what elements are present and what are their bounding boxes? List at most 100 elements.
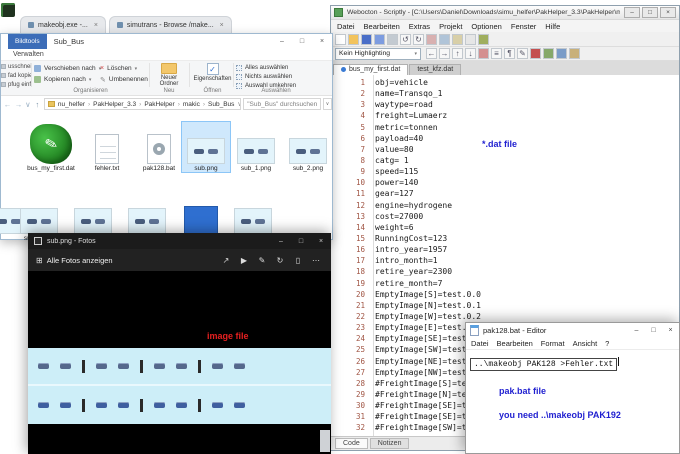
photos-maximize-button[interactable]: □ — [291, 233, 311, 249]
explorer-minimize-button[interactable]: – — [272, 34, 292, 48]
search-dropdown-icon[interactable]: ∨ — [323, 98, 332, 110]
menu-item-datei[interactable]: Datei — [471, 339, 489, 348]
photos-close-button[interactable]: × — [311, 233, 331, 249]
cut-icon[interactable] — [426, 34, 437, 45]
save-all-icon[interactable] — [374, 34, 385, 45]
photos-minimize-button[interactable]: – — [271, 233, 291, 249]
breadcrumb-segment[interactable]: nu_helfer — [58, 101, 85, 108]
copy-to-button[interactable]: Kopieren nach ▾ — [34, 74, 101, 85]
forward-icon[interactable]: → — [439, 48, 450, 59]
menu-item-bearbeiten[interactable]: Bearbeiten — [364, 22, 400, 31]
menu-item-fenster[interactable]: Fenster — [511, 22, 536, 31]
breadcrumb-segment[interactable]: PakHelper_3.3 — [93, 101, 136, 108]
edit-icon[interactable]: ✎ — [517, 48, 528, 59]
delete-icon[interactable]: ▯ — [289, 256, 307, 265]
menu-item-format[interactable]: Format — [541, 339, 565, 348]
select-all-button[interactable]: Alles auswählen — [236, 63, 296, 72]
paragraph-icon[interactable]: ¶ — [504, 48, 515, 59]
file-tile[interactable]: ✎bus_my_first.dat — [27, 122, 75, 172]
open-folder-icon[interactable] — [348, 34, 359, 45]
menu-item-bearbeiten[interactable]: Bearbeiten — [497, 339, 533, 348]
save-icon[interactable] — [361, 34, 372, 45]
scriptly-minimize-button[interactable]: – — [624, 7, 640, 18]
properties-button[interactable]: ✓ Eigenschaften — [192, 62, 233, 82]
status-tab[interactable]: Code — [335, 438, 368, 449]
explorer-maximize-button[interactable]: □ — [292, 34, 312, 48]
notepad-close-button[interactable]: × — [662, 323, 679, 338]
scriptly-close-button[interactable]: × — [660, 7, 676, 18]
file-tile[interactable]: sub.png — [182, 122, 230, 172]
scriptly-maximize-button[interactable]: □ — [642, 7, 658, 18]
more-icon[interactable]: ⋯ — [307, 256, 325, 265]
editor-tab[interactable]: bus_my_first.dat — [333, 64, 408, 75]
clipboard-action[interactable]: fad kopieren — [1, 71, 31, 80]
color-icon[interactable] — [530, 48, 541, 59]
delete-button[interactable]: × Löschen ▾ — [100, 63, 148, 74]
notepad-minimize-button[interactable]: – — [628, 323, 645, 338]
redo-icon[interactable]: ↻ — [413, 34, 424, 45]
rename-button[interactable]: ✎ Umbenennen — [100, 74, 148, 85]
browser-tab[interactable]: makeobj.exe -...× — [20, 16, 106, 33]
contextual-tab-bildtools[interactable]: Bildtools — [8, 34, 47, 49]
status-tab[interactable]: Notizen — [370, 438, 410, 449]
menu-item-extras[interactable]: Extras — [409, 22, 430, 31]
search-icon[interactable] — [465, 34, 476, 45]
new-folder-button[interactable]: Neuer Ordner — [151, 62, 187, 87]
edit-icon[interactable]: ✎ — [253, 256, 271, 265]
back-icon[interactable]: ← — [3, 100, 12, 109]
breadcrumb-segment[interactable]: PakHelper — [144, 101, 174, 108]
image-icon[interactable] — [569, 48, 580, 59]
up-icon[interactable]: ↑ — [452, 48, 463, 59]
clipboard-action[interactable]: pfug einfügen — [1, 80, 31, 89]
new-file-icon[interactable] — [335, 34, 346, 45]
browser-tab[interactable]: simutrans - Browse /make...× — [109, 16, 232, 33]
menu-item-projekt[interactable]: Projekt — [439, 22, 462, 31]
menu-item-?[interactable]: ? — [605, 339, 609, 348]
file-tile[interactable]: fehler.txt — [83, 122, 131, 172]
scrollbar-thumb[interactable] — [320, 430, 330, 452]
select-none-button[interactable]: Nichts auswählen — [236, 72, 296, 81]
forward-icon[interactable]: → — [14, 100, 23, 109]
share-icon[interactable]: ↗ — [217, 256, 235, 265]
back-icon[interactable]: ← — [426, 48, 437, 59]
tab-close-icon[interactable]: × — [94, 22, 98, 29]
notepad-maximize-button[interactable]: □ — [645, 323, 662, 338]
down-icon[interactable]: ↓ — [465, 48, 476, 59]
explorer-close-button[interactable]: × — [312, 34, 332, 48]
tab-close-icon[interactable]: × — [220, 22, 224, 29]
menu-item-ansicht[interactable]: Ansicht — [573, 339, 598, 348]
file-tile[interactable]: sub_2.png — [284, 122, 332, 172]
slideshow-icon[interactable]: ▶ — [235, 256, 253, 265]
up-icon[interactable]: ↑ — [33, 100, 42, 109]
editor-tab[interactable]: test_kfz.dat — [409, 64, 461, 75]
breadcrumb-segment[interactable]: makic — [183, 101, 200, 108]
rotate-icon[interactable]: ↻ — [271, 256, 289, 265]
link-icon[interactable] — [556, 48, 567, 59]
bookmark-icon[interactable] — [478, 48, 489, 59]
ribbon-tab-verwalten[interactable]: Verwalten — [13, 51, 44, 58]
menu-item-optionen[interactable]: Optionen — [471, 22, 501, 31]
search-input[interactable]: "Sub_Bus" durchsuchen — [243, 98, 321, 110]
breadcrumb-segment[interactable]: Sub_Bus — [208, 101, 234, 108]
table-icon[interactable] — [543, 48, 554, 59]
desktop-shortcut-icon[interactable] — [1, 3, 15, 17]
recent-locations-icon[interactable]: ∨ — [25, 100, 31, 109]
print-icon[interactable] — [387, 34, 398, 45]
move-to-button[interactable]: Verschieben nach ▾ — [34, 63, 101, 74]
settings-icon[interactable] — [478, 34, 489, 45]
menu-item-hilfe[interactable]: Hilfe — [545, 22, 560, 31]
file-tile[interactable]: sub_1.png — [232, 122, 280, 172]
all-photos-button[interactable]: ⊞ Alle Fotos anzeigen — [28, 256, 121, 265]
undo-icon[interactable]: ↺ — [400, 34, 411, 45]
address-field[interactable]: nu_helfer›PakHelper_3.3›PakHelper›makic›… — [44, 98, 241, 110]
list-icon[interactable]: ≡ — [491, 48, 502, 59]
highlighting-dropdown[interactable]: Kein Highlighting ▾ — [335, 48, 421, 60]
notepad-text-area[interactable]: ..\makeobj PAK128 >Fehler.txt — [466, 350, 679, 453]
copy-icon[interactable] — [439, 34, 450, 45]
menu-item-datei[interactable]: Datei — [337, 22, 355, 31]
address-dropdown-icon[interactable]: ∨ — [237, 100, 241, 108]
paste-icon[interactable] — [452, 34, 463, 45]
file-tile[interactable]: pak128.bat — [135, 122, 183, 172]
clipboard-action[interactable]: usschneiden — [1, 62, 31, 71]
photo-viewer[interactable] — [28, 271, 331, 454]
